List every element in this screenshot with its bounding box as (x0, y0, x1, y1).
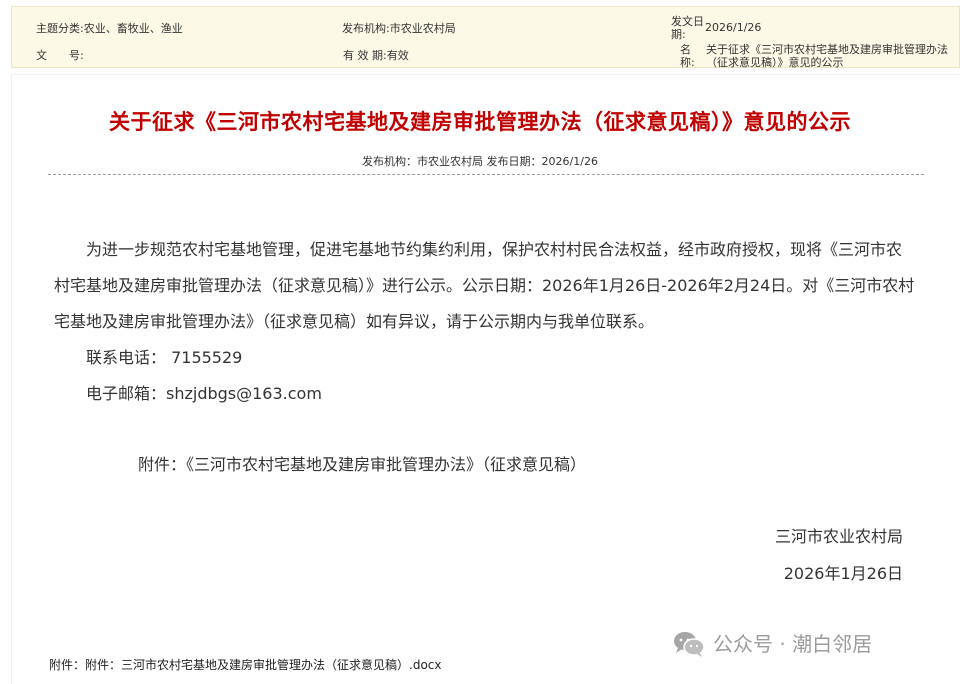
watermark-text: 公众号 · 潮白邻居 (713, 632, 873, 656)
docno-label: 文 号: (36, 49, 84, 62)
topic-value: 农业、畜牧业、渔业 (83, 22, 183, 35)
docno-field: 文 号: (36, 49, 84, 62)
signature-org: 三河市农业农村局 (774, 527, 903, 546)
name-value: 关于征求《三河市农村宅基地及建房审批管理办法（征求意见稿）》意见的公示 (706, 43, 948, 69)
attachment-download-link[interactable]: 附件：三河市农村宅基地及建房审批管理办法（征求意见稿）.docx (85, 658, 441, 672)
metadata-header: 主题分类:农业、畜牧业、渔业 发布机构:市农业农村局 文 号: 有 效 期:有效… (11, 6, 960, 69)
watermark: 公众号 · 潮白邻居 (673, 630, 872, 658)
wechat-icon (674, 632, 705, 657)
validity-field: 有 效 期:有效 (343, 49, 409, 62)
publication-info: 发布机构：市农业农村局 发布日期：2026/1/26 (362, 155, 598, 168)
attachment-file: 附件：附件：三河市农村宅基地及建房审批管理办法（征求意见稿）.docx (49, 657, 442, 673)
date-value: 2026/1/26 (705, 21, 762, 34)
name-label: 名 称: (680, 43, 713, 69)
attachment-file-label: 附件： (49, 658, 86, 672)
validity-value: 有效 (386, 49, 409, 62)
contact-email: 电子邮箱：shzjdbgs@163.com (86, 384, 322, 403)
signature-date: 2026年1月26日 (783, 564, 903, 583)
agency-field: 发布机构:市农业农村局 (342, 22, 456, 35)
date-label: 发文日期: (671, 15, 704, 41)
agency-label: 发布机构: (342, 22, 390, 35)
document-title: 关于征求《三河市农村宅基地及建房审批管理办法（征求意见稿）》意见的公示 (109, 110, 851, 134)
dashed-divider (48, 174, 924, 175)
attachment-line: 附件：《三河市农村宅基地及建房审批管理办法》（征求意见稿） (138, 455, 587, 474)
agency-value: 市农业农村局 (389, 22, 456, 35)
body-paragraph: 为进一步规范农村宅基地管理，促进宅基地节约集约利用，保护农村村民合法权益，经市政… (54, 240, 915, 331)
document-body: 为进一步规范农村宅基地管理，促进宅基地节约集约利用，保护农村村民合法权益，经市政… (54, 232, 916, 412)
topic-label: 主题分类: (36, 22, 84, 35)
contact-phone: 联系电话： 7155529 (86, 348, 243, 367)
topic-field: 主题分类:农业、畜牧业、渔业 (36, 22, 183, 35)
validity-label: 有 效 期: (343, 49, 387, 62)
